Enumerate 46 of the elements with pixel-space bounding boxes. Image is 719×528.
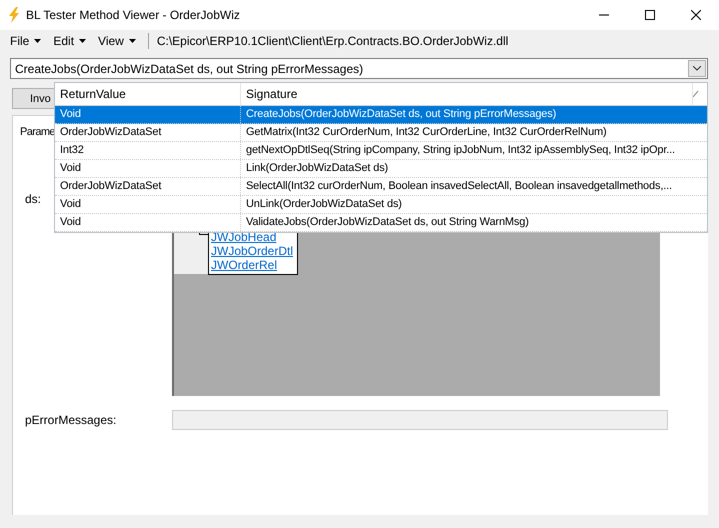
method-row[interactable]: OrderJobWizDataSet SelectAll(Int32 curOrderNum, Boolean insavedSelectAll, Boolean insavedgetallmethods,... [55,178,707,196]
signature-cell-text: UnLink(OrderJobWizDataSet ds) [245,197,403,212]
return-value-cell: Void [55,214,241,231]
signature-cell-text: Link(OrderJobWizDataSet ds) [245,161,390,176]
table-link[interactable]: JWJobHead [211,230,276,244]
method-row[interactable]: Int32 getNextOpDtlSeq(String ipCompany, String ipJobNum, Int32 ipAssemblySeq, Int32 ipOpr... [55,142,707,160]
menu-item[interactable]: File [6,32,46,50]
caret-icon [34,39,42,43]
column-header[interactable]: ReturnValue [55,83,241,105]
table-link[interactable]: JWOrderRel [211,258,278,272]
return-value-cell: OrderJobWizDataSet [55,178,241,195]
caret-icon [79,39,86,43]
assembly-path: C:\Epicor\ERP10.1Client\Client\Erp.Contracts.BO.OrderJobWiz.dll [156,34,508,48]
maximize-icon [645,10,655,20]
sort-icon [693,91,699,97]
ds-label: ds: [25,192,42,206]
return-value-cell: Void [55,196,241,213]
method-row[interactable]: Void Link(OrderJobWizDataSet ds) [55,160,707,178]
invoke-button[interactable]: Invo [12,88,54,109]
method-row[interactable]: OrderJobWizDataSet GetMatrix(Int32 CurOrderNum, Int32 CurOrderLine, Int32 CurOrderRelNum) [55,124,707,142]
menu-item[interactable]: View [94,32,140,50]
signature-cell-text: SelectAll(Int32 curOrderNum, Boolean insavedSelectAll, Boolean insavedgetallmethods,... [245,179,673,194]
window-title: BL Tester Method Viewer - OrderJobWiz [26,8,241,22]
caret-icon [128,39,136,43]
dropdown-button[interactable] [688,60,706,77]
table-link[interactable]: JWJobOrderDtl [211,244,294,258]
parameters-label: Parame [20,126,55,138]
signature-cell-text: ValidateJobs(OrderJobWizDataSet ds, out String WarnMsg) [245,215,530,230]
return-value-cell: Void [55,106,241,123]
return-value-cell: OrderJobWizDataSet [55,124,241,141]
lightning-icon [8,7,20,23]
method-row[interactable]: Void UnLink(OrderJobWizDataSet ds) [55,196,707,214]
column-header[interactable]: Signature [241,83,693,105]
method-row[interactable]: Void ValidateJobs(OrderJobWizDataSet ds, out String WarnMsg) [55,214,707,232]
return-value-cell: Int32 [55,142,241,159]
method-row[interactable]: Void CreateJobs(OrderJobWizDataSet ds, out String pErrorMessages) [55,106,707,124]
signature-cell-text: CreateJobs(OrderJobWizDataSet ds, out String pErrorMessages) [245,107,558,122]
close-icon [691,10,701,20]
chevron-down-icon [693,66,701,71]
method-dropdown[interactable]: CreateJobs(OrderJobWizDataSet ds, out String pErrorMessages) [10,58,708,79]
signature-cell-text: getNextOpDtlSeq(String ipCompany, String ipJobNum, Int32 ipAssemblySeq, Int32 ipOpr... [245,143,676,158]
error-messages-field[interactable] [172,410,668,430]
signature-cell-text: GetMatrix(Int32 CurOrderNum, Int32 CurOrderLine, Int32 CurOrderRelNum) [245,125,608,140]
menu-item[interactable]: Edit [49,32,90,50]
return-value-cell: Void [55,160,241,177]
error-messages-label: pErrorMessages: [25,413,116,427]
